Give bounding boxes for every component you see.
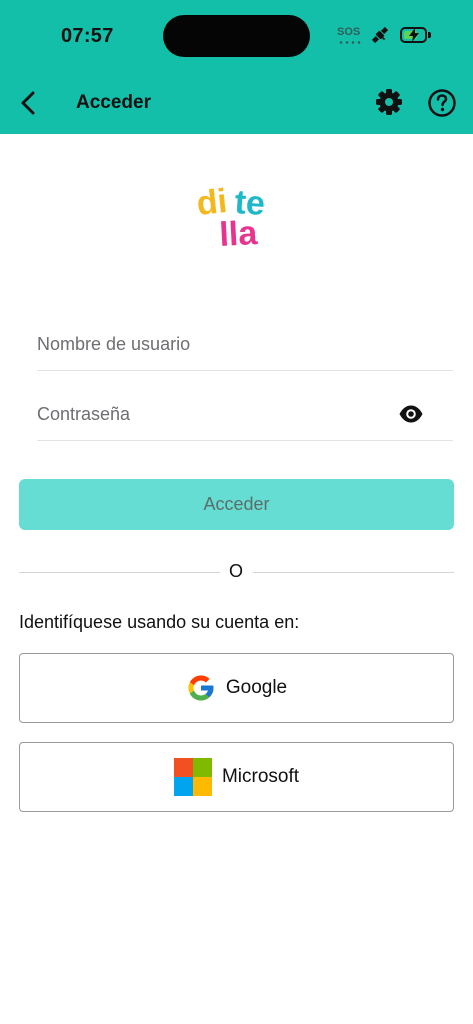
alt-login-label: Identifíquese usando su cuenta en: — [19, 612, 300, 632]
ditella-logo: di te lla — [196, 182, 266, 252]
svg-text:lla: lla — [218, 214, 259, 252]
password-input[interactable] — [37, 390, 377, 438]
battery-cap — [428, 32, 431, 38]
divider-line-left — [19, 572, 220, 573]
password-field — [37, 390, 453, 441]
divider-line-right — [253, 572, 454, 573]
sos-indicator: SOS — [337, 26, 361, 38]
google-login-button[interactable]: Google — [19, 653, 454, 723]
microsoft-login-button[interactable]: Microsoft — [19, 742, 454, 812]
username-field — [37, 320, 453, 371]
satellite-icon — [371, 26, 389, 44]
battery-charging-icon — [400, 27, 427, 43]
show-password-icon[interactable] — [398, 403, 424, 425]
help-icon[interactable] — [427, 88, 457, 118]
microsoft-icon — [173, 758, 212, 796]
dynamic-island — [163, 15, 310, 57]
login-button[interactable]: Acceder — [19, 479, 454, 530]
sos-dots — [338, 41, 362, 44]
gear-icon[interactable] — [373, 86, 405, 118]
page-title: Acceder — [76, 92, 151, 113]
status-time: 07:57 — [61, 25, 114, 47]
google-icon — [188, 675, 214, 701]
username-input[interactable] — [37, 320, 377, 368]
back-arrow-icon[interactable] — [14, 88, 44, 118]
microsoft-label: Microsoft — [221, 766, 300, 787]
divider-text: O — [229, 561, 244, 581]
google-label: Google — [225, 677, 288, 698]
